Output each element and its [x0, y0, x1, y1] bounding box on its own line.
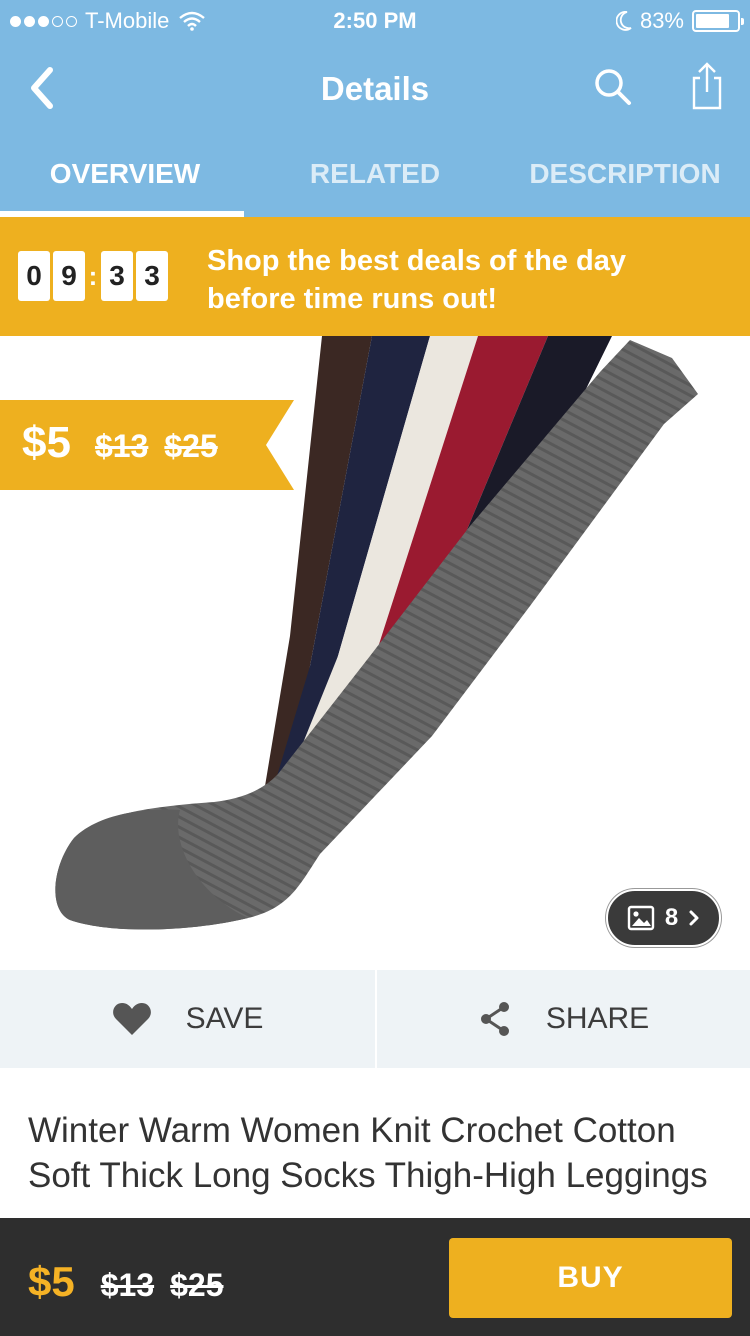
heart-icon — [112, 1003, 151, 1035]
countdown-separator: : — [88, 260, 98, 291]
tab-bar: OVERVIEW RELATED DESCRIPTION — [0, 134, 750, 217]
action-bar: SAVE SHARE — [0, 970, 750, 1068]
bottom-prices: $5 $13 $25 — [28, 1258, 240, 1306]
page-title: Details — [320, 70, 430, 107]
countdown-digit: 9 — [53, 251, 85, 301]
tab-overview[interactable]: OVERVIEW — [0, 134, 250, 217]
search-icon — [595, 69, 631, 105]
save-label: SAVE — [185, 1002, 264, 1035]
share-top-button[interactable] — [684, 60, 730, 112]
share-button[interactable]: SHARE — [375, 970, 750, 1068]
deal-message: Shop the best deals of the day before ti… — [207, 242, 737, 318]
countdown-digit: 0 — [18, 251, 50, 301]
battery-percent: 83% — [639, 8, 684, 33]
ribbon-prices: $5 $13 $25 — [22, 418, 234, 468]
status-right: 83% — [615, 8, 744, 34]
countdown-digit: 3 — [101, 251, 133, 301]
battery-icon — [692, 10, 744, 32]
tab-related[interactable]: RELATED — [250, 134, 500, 217]
buy-button[interactable]: BUY — [449, 1238, 732, 1318]
header: T-Mobile 2:50 PM 83% Details OVERVIEW RE… — [0, 0, 750, 217]
share-label: SHARE — [545, 1002, 650, 1035]
gallery-button[interactable]: 8 — [606, 889, 721, 947]
deal-line-2: before time runs out! — [207, 283, 498, 315]
moon-icon — [615, 11, 632, 31]
share-upload-icon — [692, 62, 722, 110]
image-icon — [627, 905, 655, 931]
product-title: Winter Warm Women Knit Crochet Cotton So… — [28, 1111, 708, 1195]
search-button[interactable] — [590, 64, 636, 110]
price-original: $13 — [94, 428, 149, 464]
status-bar: T-Mobile 2:50 PM 83% — [0, 0, 750, 42]
bottom-price-original: $13 — [100, 1267, 155, 1303]
gallery-count: 8 — [664, 904, 679, 931]
tab-description[interactable]: DESCRIPTION — [500, 134, 750, 217]
deal-line-1: Shop the best deals of the day — [207, 245, 626, 277]
countdown-digit: 3 — [136, 251, 168, 301]
save-button[interactable]: SAVE — [0, 970, 375, 1068]
share-nodes-icon — [480, 1002, 509, 1036]
chevron-right-icon — [689, 910, 699, 926]
bottom-price-current: $5 — [28, 1258, 75, 1305]
nav-bar: Details — [0, 42, 750, 134]
deal-banner: 0 9 : 3 3 Shop the best deals of the day… — [0, 217, 750, 336]
countdown-timer: 0 9 : 3 3 — [18, 251, 171, 301]
bottom-price-original: $25 — [170, 1267, 224, 1303]
price-original: $25 — [164, 428, 218, 464]
price-current: $5 — [22, 418, 71, 467]
